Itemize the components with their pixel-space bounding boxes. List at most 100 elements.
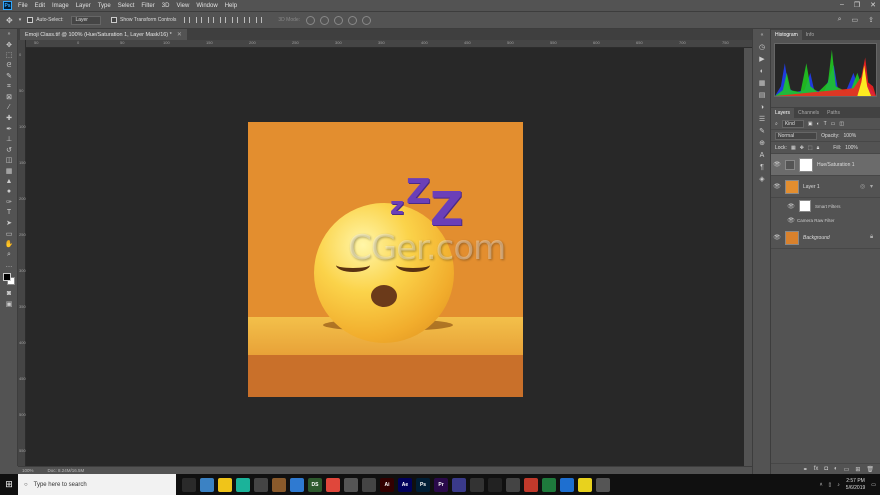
paragraph-icon[interactable]: ¶ xyxy=(753,161,771,173)
menu-file[interactable]: File xyxy=(18,3,28,9)
screen-mode-icon[interactable]: ▣ xyxy=(0,299,18,310)
close-icon[interactable]: ✕ xyxy=(177,31,182,38)
glyphs-icon[interactable]: A xyxy=(753,149,771,161)
quick-mask-icon[interactable]: ◙ xyxy=(0,289,18,300)
crop-tool-icon[interactable]: ⌗ xyxy=(0,82,18,93)
taskbar-app-icon[interactable] xyxy=(344,477,358,492)
align-right-icon[interactable] xyxy=(208,17,215,23)
lock-position-icon[interactable]: ✥ xyxy=(800,145,804,151)
menu-filter[interactable]: Filter xyxy=(141,3,154,9)
filter-shape-icon[interactable]: ▭ xyxy=(831,121,836,127)
chevron-down-icon[interactable]: ▾ xyxy=(870,183,880,190)
taskbar-app-icon[interactable] xyxy=(254,477,268,492)
taskbar-app-icon[interactable] xyxy=(470,477,484,492)
align-bottom-icon[interactable] xyxy=(244,17,251,23)
lock-icon[interactable]: 🔒︎ xyxy=(870,234,880,241)
add-mask-icon[interactable]: ◘ xyxy=(824,466,828,472)
gradient-tool-icon[interactable]: ▦ xyxy=(0,166,18,177)
healing-tool-icon[interactable]: ✚ xyxy=(0,113,18,124)
minimize-icon[interactable]: – xyxy=(840,1,844,9)
properties-icon[interactable]: ☰ xyxy=(753,113,771,125)
collapse-icon[interactable]: » xyxy=(0,29,18,40)
filter-pixel-icon[interactable]: ▣ xyxy=(808,121,813,127)
align-center-icon[interactable] xyxy=(196,17,203,23)
menu-edit[interactable]: Edit xyxy=(35,3,45,9)
chevron-up-icon[interactable]: ˄ xyxy=(820,482,823,488)
clone-source-icon[interactable]: ⊕ xyxy=(753,137,771,149)
history-icon[interactable]: ◷ xyxy=(753,41,771,53)
workspace-icon[interactable]: ▭ xyxy=(852,16,859,24)
orbit-3d-icon[interactable] xyxy=(306,15,316,25)
document-tab[interactable]: Emoji Class.tif @ 100% (Hue/Saturation 1… xyxy=(20,29,187,40)
tab-paths[interactable]: Paths xyxy=(823,108,844,118)
fx-icon[interactable]: fx xyxy=(814,466,819,472)
taskbar-app-icon[interactable] xyxy=(182,477,196,492)
tab-channels[interactable]: Channels xyxy=(794,108,823,118)
link-layers-icon[interactable]: ⚭ xyxy=(803,466,808,473)
show-transform-checkbox[interactable] xyxy=(110,17,117,23)
hand-tool-icon[interactable]: ✋ xyxy=(0,239,18,250)
taskbar-app-icon[interactable] xyxy=(506,477,520,492)
ruler-vertical[interactable]: 0 50 100 150 200 250 300 350 400 450 500 550 xyxy=(18,40,26,466)
zoom-tool-icon[interactable]: ⌕ xyxy=(0,250,18,261)
layer-mask-thumbnail[interactable] xyxy=(799,157,813,172)
visibility-eye-icon[interactable]: 👁︎ xyxy=(785,203,797,210)
menu-layer[interactable]: Layer xyxy=(76,3,91,9)
align-middle-icon[interactable] xyxy=(232,17,239,23)
taskbar-app-icon[interactable] xyxy=(326,477,340,492)
3d-icon[interactable]: ◈ xyxy=(753,173,771,185)
marquee-tool-icon[interactable]: ⬚ xyxy=(0,50,18,61)
slide-3d-icon[interactable] xyxy=(348,15,358,25)
tab-histogram[interactable]: Histogram xyxy=(771,30,802,40)
history-brush-tool-icon[interactable]: ↺ xyxy=(0,145,18,156)
swatches-icon[interactable]: ▦ xyxy=(753,77,771,89)
brush-settings-icon[interactable]: ✎ xyxy=(753,125,771,137)
color-swatches[interactable] xyxy=(0,271,18,289)
kind-filter-dropdown[interactable]: Kind xyxy=(781,119,804,128)
opacity-value[interactable]: 100% xyxy=(843,133,856,139)
menu-3d[interactable]: 3D xyxy=(162,3,170,9)
taskbar-app-icon[interactable] xyxy=(236,477,250,492)
taskbar-app-icon[interactable] xyxy=(218,477,232,492)
distribute-icon[interactable] xyxy=(256,17,263,23)
close-icon[interactable]: ✕ xyxy=(870,1,876,9)
taskbar-app-icon[interactable] xyxy=(200,477,214,492)
taskbar-app-icon[interactable] xyxy=(488,477,502,492)
share-icon[interactable]: ⇪ xyxy=(868,16,874,24)
smart-filters-row[interactable]: 👁︎ Smart Filters xyxy=(771,198,880,214)
delete-layer-icon[interactable]: 🗑︎ xyxy=(866,466,874,473)
filter-smart-icon[interactable]: ◫ xyxy=(839,121,844,127)
new-group-icon[interactable]: ▭ xyxy=(844,466,850,473)
libraries-icon[interactable]: ▤ xyxy=(753,89,771,101)
pan-3d-icon[interactable] xyxy=(334,15,344,25)
visibility-eye-icon[interactable]: 👁︎ xyxy=(771,234,783,241)
color-icon[interactable]: ◐ xyxy=(753,65,771,77)
taskbar-app-icon[interactable] xyxy=(578,477,592,492)
windows-start-icon[interactable]: ⊞ xyxy=(0,474,18,495)
adjustments-icon[interactable]: ◑ xyxy=(753,101,771,113)
shape-tool-icon[interactable]: ▭ xyxy=(0,229,18,240)
search-icon[interactable]: ⌕ xyxy=(838,16,842,24)
lock-artboard-icon[interactable]: ⬚ xyxy=(808,145,813,151)
layer-1[interactable]: 👁︎ Layer 1 ◎ ▾ xyxy=(771,176,880,198)
menu-window[interactable]: Window xyxy=(196,3,217,9)
camera-raw-filter-row[interactable]: 👁︎ Camera Raw Filter xyxy=(771,214,880,227)
taskbar-app-icon[interactable] xyxy=(362,477,376,492)
notifications-icon[interactable]: ▭ xyxy=(871,482,876,488)
blur-tool-icon[interactable]: ▲ xyxy=(0,176,18,187)
lock-all-icon[interactable]: 🔒︎ xyxy=(817,145,820,151)
scale-3d-icon[interactable] xyxy=(362,15,372,25)
taskbar-app-icon[interactable] xyxy=(524,477,538,492)
taskbar-app-icon[interactable]: Ai xyxy=(380,477,394,492)
eyedropper-tool-icon[interactable]: ⁄ xyxy=(0,103,18,114)
layer-hue-saturation[interactable]: 👁︎ Hue/Saturation 1 xyxy=(771,154,880,176)
align-top-icon[interactable] xyxy=(220,17,227,23)
filter-adjustment-icon[interactable]: ◐ xyxy=(817,121,820,127)
photoshop-logo-icon[interactable]: Ps xyxy=(3,1,12,10)
taskbar-search-box[interactable]: ○ Type here to search xyxy=(18,474,176,495)
type-tool-icon[interactable]: T xyxy=(0,208,18,219)
maximize-icon[interactable]: ❐ xyxy=(854,1,860,9)
menu-view[interactable]: View xyxy=(176,3,189,9)
chevron-down-icon[interactable]: ▾ xyxy=(19,17,22,23)
visibility-eye-icon[interactable]: 👁︎ xyxy=(771,161,783,168)
